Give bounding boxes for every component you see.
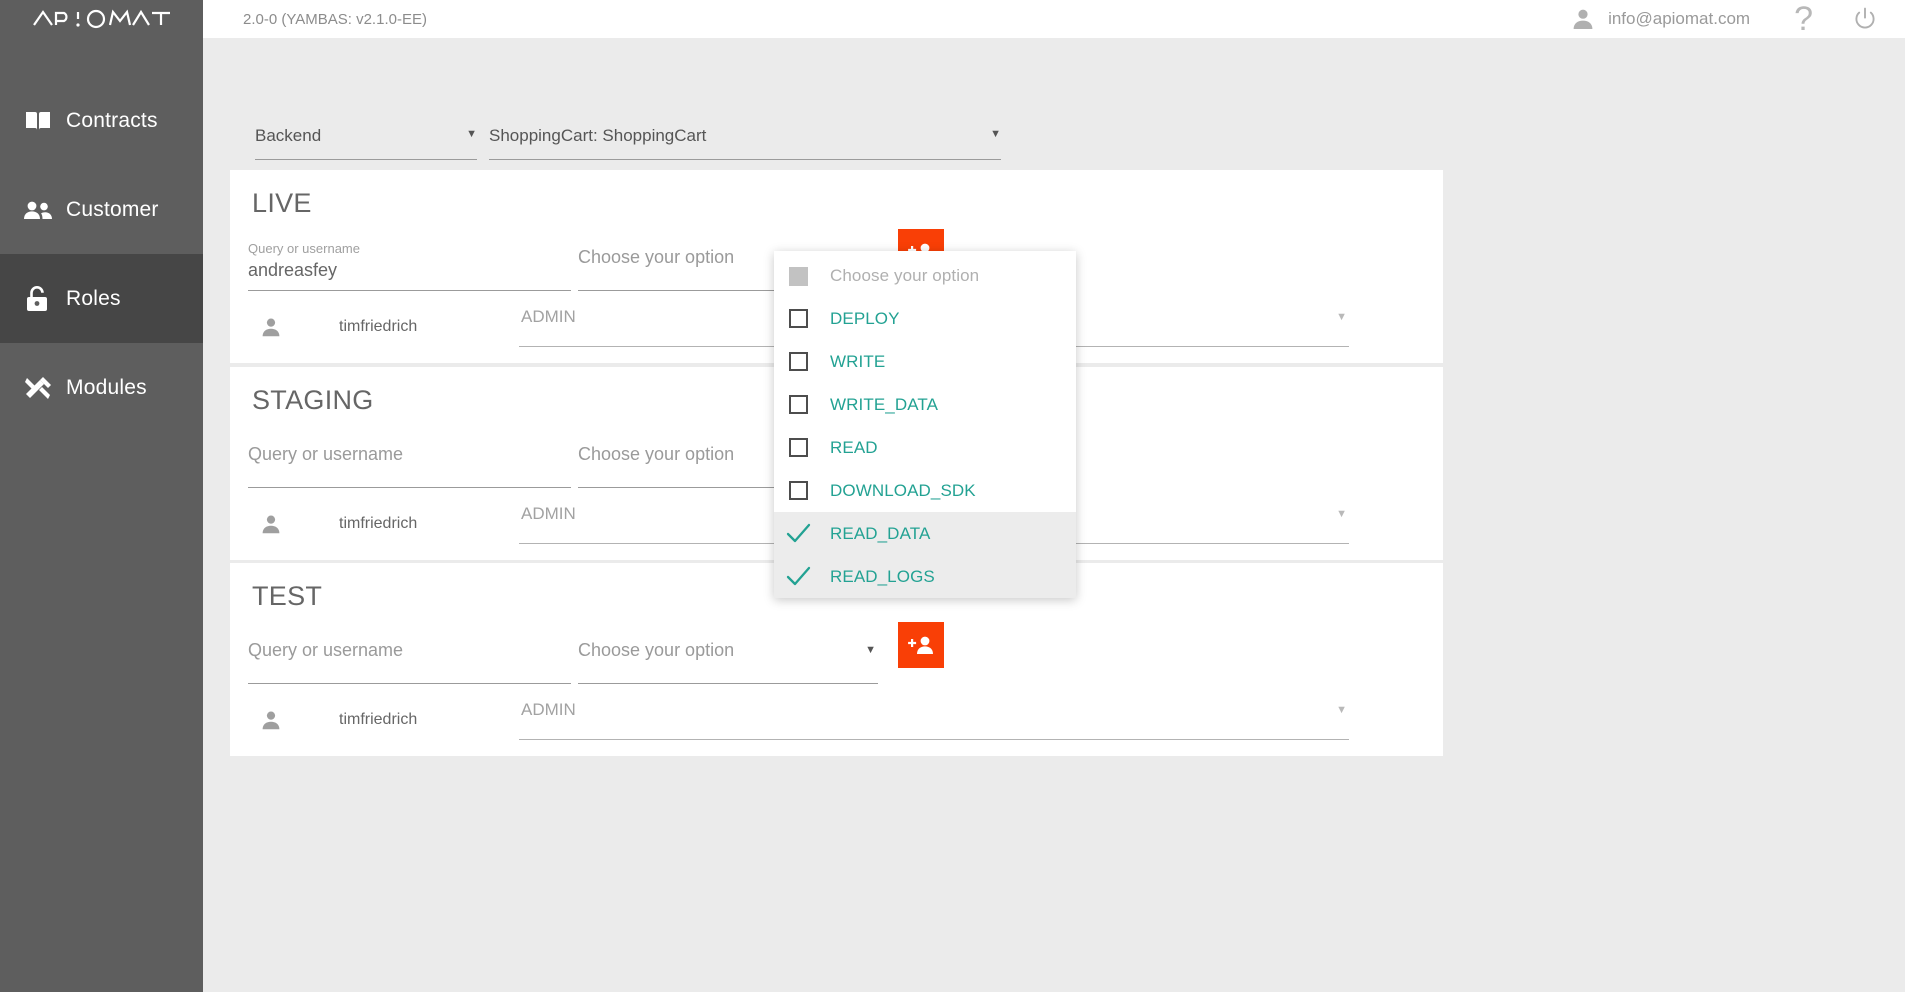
role-select[interactable]: ADMIN ▼ [519,700,1349,740]
page-title: LIVE [252,188,312,218]
user-name: timfriedrich [339,318,418,335]
dropdown-option-label: READ [830,437,878,457]
apiomat-logo[interactable] [0,0,203,38]
dropdown-option-label: WRITE [830,351,886,371]
permissions-dropdown[interactable]: Choose your option DEPLOY WRITE WRITE_DA… [774,251,1076,598]
role-select-value: ADMIN [521,307,576,326]
search-input[interactable]: Query or username andreasfey [248,241,571,291]
power-logout-icon[interactable] [1853,7,1877,31]
chevron-down-icon: ▼ [1336,704,1347,716]
backend-select-value: Backend [255,126,322,145]
main-content: Backend ▼ ShoppingCart: ShoppingCart ▼ L… [203,38,1905,992]
module-select-value: ShoppingCart: ShoppingCart [489,126,707,145]
table-row: timfriedrich ADMIN ▼ [230,684,1443,756]
add-user-icon [908,636,933,654]
version-label: 2.0-0 (YAMBAS: v2.1.0-EE) [243,10,427,28]
dropdown-placeholder-label: Choose your option [830,266,980,285]
help-icon[interactable]: ? [1794,2,1813,36]
context-selectors: Backend ▼ ShoppingCart: ShoppingCart ▼ [255,126,1001,160]
dropdown-option-write[interactable]: WRITE [774,340,1076,383]
dropdown-option-label: READ_LOGS [830,566,935,586]
dropdown-option-write-data[interactable]: WRITE_DATA [774,383,1076,426]
dropdown-option-read[interactable]: READ [774,426,1076,469]
sidebar-item-label: Roles [66,286,121,310]
avatar [1572,8,1594,30]
checkbox-unchecked-icon[interactable] [789,438,808,457]
checkmark-icon[interactable] [786,523,811,543]
dropdown-option-label: DEPLOY [830,308,900,328]
person-icon [254,514,288,534]
user-name: timfriedrich [339,711,418,728]
search-input[interactable]: Query or username [248,440,571,488]
top-bar-right: info@apiomat.com ? [1572,2,1905,36]
top-bar: 2.0-0 (YAMBAS: v2.1.0-EE) info@apiomat.c… [203,0,1905,38]
user-email-label: info@apiomat.com [1608,9,1751,28]
book-icon [10,110,66,132]
sidebar-nav: Contracts Customer Roles Modules [0,76,203,432]
option-select-placeholder: Choose your option [578,444,735,464]
person-icon [254,710,288,730]
dropdown-option-label: DOWNLOAD_SDK [830,480,976,500]
dropdown-option-read-data[interactable]: READ_DATA [774,512,1076,555]
sidebar: Contracts Customer Roles Modules [0,0,203,992]
sidebar-item-modules[interactable]: Modules [0,343,203,432]
sidebar-item-roles[interactable]: Roles [0,254,203,343]
sidebar-item-contracts[interactable]: Contracts [0,76,203,165]
lock-icon [10,285,66,312]
chevron-down-icon: ▼ [1336,311,1347,323]
tools-icon [10,375,66,401]
checkbox-unchecked-icon[interactable] [789,395,808,414]
dropdown-option-deploy[interactable]: DEPLOY [774,297,1076,340]
dropdown-option-label: WRITE_DATA [830,394,939,414]
card-form: Query or username Choose your option ▼ [230,612,1443,684]
dropdown-placeholder-item: Choose your option [774,251,1076,297]
sidebar-item-label: Customer [66,197,159,221]
sidebar-item-label: Modules [66,375,147,399]
dropdown-option-download-sdk[interactable]: DOWNLOAD_SDK [774,469,1076,512]
module-select[interactable]: ShoppingCart: ShoppingCart ▼ [489,126,1001,160]
dropdown-option-label: READ_DATA [830,523,931,543]
people-icon [10,200,66,220]
query-field-placeholder: Query or username [248,444,404,464]
query-field-label: Query or username [248,241,360,256]
checkbox-placeholder-icon [789,266,808,286]
role-select-value: ADMIN [521,700,576,719]
role-select-value: ADMIN [521,504,576,523]
checkbox-unchecked-icon[interactable] [789,309,808,328]
option-select[interactable]: Choose your option ▼ [578,636,878,684]
checkbox-unchecked-icon[interactable] [789,481,808,500]
option-select-placeholder: Choose your option [578,247,735,267]
backend-select[interactable]: Backend ▼ [255,126,477,160]
dropdown-option-read-logs[interactable]: READ_LOGS [774,555,1076,598]
query-field-value: andreasfey [248,260,338,280]
option-select-placeholder: Choose your option [578,640,735,660]
search-input[interactable]: Query or username [248,636,571,684]
query-field-placeholder: Query or username [248,640,404,660]
sidebar-item-customer[interactable]: Customer [0,165,203,254]
chevron-down-icon: ▼ [990,128,1001,140]
sidebar-item-label: Contracts [66,108,158,132]
checkbox-unchecked-icon[interactable] [789,352,808,371]
chevron-down-icon: ▼ [865,644,876,656]
chevron-down-icon: ▼ [1336,508,1347,520]
app-root: Contracts Customer Roles Modules 2.0-0 (… [0,0,1905,992]
user-name: timfriedrich [339,515,418,532]
add-user-button[interactable] [898,622,944,668]
checkmark-icon[interactable] [786,566,811,586]
person-icon [254,317,288,337]
chevron-down-icon: ▼ [466,128,477,140]
